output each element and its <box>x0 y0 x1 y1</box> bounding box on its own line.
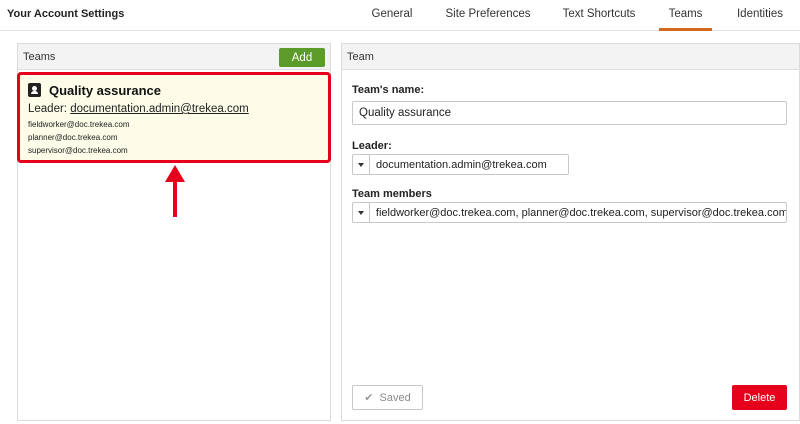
leader-select[interactable]: documentation.admin@trekea.com <box>352 154 569 175</box>
team-card[interactable]: Quality assurance Leader: documentation.… <box>17 72 331 163</box>
team-detail-title: Team <box>347 51 374 63</box>
team-detail-panel: Team <box>341 43 800 421</box>
team-members-select[interactable]: fieldworker@doc.trekea.com, planner@doc.… <box>352 202 787 223</box>
team-leader: Leader: documentation.admin@trekea.com <box>28 103 249 115</box>
add-team-button[interactable]: Add <box>279 48 325 67</box>
up-arrow-icon <box>165 165 185 182</box>
team-name-input[interactable] <box>352 101 787 125</box>
team-members-label: Team members <box>352 188 432 200</box>
check-icon: ✔ <box>364 392 374 404</box>
arrow-shaft <box>173 181 177 217</box>
team-name-label: Team's name: <box>352 84 425 96</box>
tab-identities[interactable]: Identities <box>729 0 791 31</box>
tab-general[interactable]: General <box>362 0 422 31</box>
tab-site-preferences[interactable]: Site Preferences <box>440 0 536 31</box>
teams-panel-title: Teams <box>23 51 56 63</box>
saved-label: Saved <box>379 391 411 404</box>
team-detail-header: Team <box>342 44 799 70</box>
team-leader-prefix: Leader: <box>28 103 68 115</box>
team-leader-link[interactable]: documentation.admin@trekea.com <box>70 103 249 115</box>
leader-select-value: documentation.admin@trekea.com <box>376 158 547 171</box>
teams-panel-header: Teams Add <box>18 44 330 70</box>
team-members-value: fieldworker@doc.trekea.com, planner@doc.… <box>375 206 786 219</box>
chevron-down-icon[interactable] <box>353 203 370 222</box>
team-card-header: Quality assurance <box>28 82 161 98</box>
top-bar: Your Account Settings General Site Prefe… <box>0 0 800 31</box>
tab-text-shortcuts[interactable]: Text Shortcuts <box>556 0 642 31</box>
team-name: Quality assurance <box>49 82 161 98</box>
tab-teams[interactable]: Teams <box>659 0 712 31</box>
team-member: planner@doc.trekea.com <box>28 133 118 142</box>
team-member: fieldworker@doc.trekea.com <box>28 120 130 129</box>
delete-team-button[interactable]: Delete <box>732 385 787 410</box>
team-member: supervisor@doc.trekea.com <box>28 146 128 155</box>
contact-card-icon <box>28 83 41 97</box>
saved-button[interactable]: ✔ Saved <box>352 385 423 410</box>
leader-label: Leader: <box>352 140 392 152</box>
chevron-down-icon[interactable] <box>353 155 370 174</box>
page-title: Your Account Settings <box>7 8 125 20</box>
